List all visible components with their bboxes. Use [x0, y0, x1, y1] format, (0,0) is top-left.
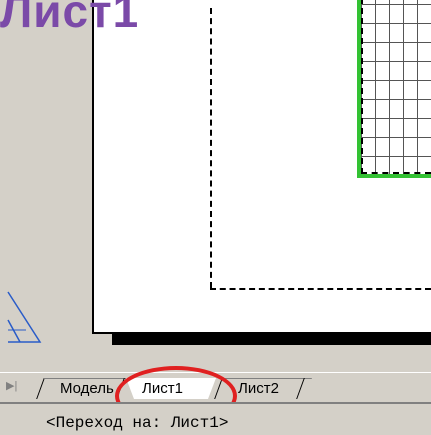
command-line-text: <Переход на: Лист1> [46, 414, 229, 432]
slide-title: Лист1 [0, 0, 140, 37]
drawing-area[interactable]: Лист1 [0, 0, 431, 372]
tab-nav-arrows-icon[interactable]: ▶| [6, 379, 17, 392]
command-line[interactable]: <Переход на: Лист1> [0, 402, 431, 435]
layout-viewport[interactable] [357, 0, 431, 178]
viewport-grid [361, 0, 431, 174]
printable-area-left-edge [210, 8, 212, 288]
ucs-triangle-icon [7, 291, 42, 343]
paper-shadow [112, 334, 431, 345]
printable-area-bottom-edge [210, 288, 431, 290]
tab-separator [36, 378, 45, 399]
